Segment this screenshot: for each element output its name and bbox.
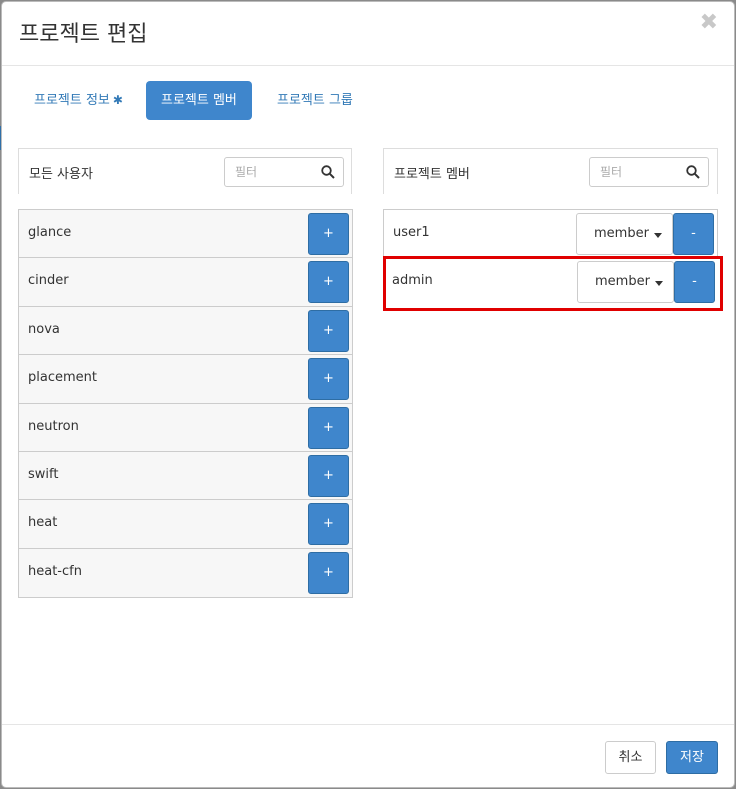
user-name: cinder <box>28 273 69 289</box>
add-user-button[interactable]: + <box>308 406 349 449</box>
member-row-inner: admin member - <box>383 258 718 307</box>
all-users-header: 모든 사용자 <box>18 148 352 194</box>
search-icon[interactable] <box>321 165 335 179</box>
add-user-button[interactable]: + <box>308 213 349 255</box>
add-user-button[interactable]: + <box>308 454 349 497</box>
caret-down-icon <box>654 233 662 238</box>
tab-project-members[interactable]: 프로젝트 멤버 <box>146 81 252 120</box>
member-name: admin <box>392 273 433 288</box>
member-name: user1 <box>393 225 430 240</box>
all-users-filter-input[interactable] <box>225 158 321 186</box>
members-list: user1 member - <box>383 209 718 259</box>
caret-down-icon <box>655 281 663 286</box>
list-item: nova + <box>19 306 352 356</box>
add-user-button[interactable]: + <box>308 551 349 594</box>
user-name: placement <box>28 370 97 386</box>
tab-project-info[interactable]: 프로젝트 정보 ✱ <box>19 81 138 120</box>
modal-footer: 취소 저장 <box>2 724 734 787</box>
modal-title: 프로젝트 편집 <box>19 22 148 47</box>
add-user-button[interactable]: + <box>308 309 349 352</box>
remove-member-button[interactable]: - <box>674 261 715 303</box>
role-value: member <box>594 226 649 241</box>
list-item: heat + <box>19 500 352 549</box>
modal-header: 프로젝트 편집 ✖ <box>2 2 734 66</box>
user-name: glance <box>28 225 72 240</box>
close-icon[interactable]: ✖ <box>700 12 718 34</box>
members-filter <box>589 157 709 187</box>
role-select[interactable]: member <box>576 213 673 255</box>
cancel-button[interactable]: 취소 <box>605 741 656 774</box>
tab-project-members-label: 프로젝트 멤버 <box>161 93 237 108</box>
add-user-button[interactable]: + <box>308 503 349 546</box>
members-filter-input[interactable] <box>590 158 686 186</box>
user-name: nova <box>28 321 60 337</box>
list-item: swift + <box>19 451 352 501</box>
remove-member-button[interactable]: - <box>673 213 714 255</box>
members-header: 프로젝트 멤버 <box>383 148 718 194</box>
all-users-filter <box>224 157 344 187</box>
members-title: 프로젝트 멤버 <box>394 167 470 182</box>
list-item: glance + <box>19 210 352 259</box>
tab-project-groups[interactable]: 프로젝트 그룹 <box>262 81 368 120</box>
all-users-list: glance + cinder + nova + placement + neutron… <box>18 209 353 598</box>
tab-project-info-label: 프로젝트 정보 <box>34 93 110 108</box>
list-item: heat-cfn + <box>19 548 352 598</box>
member-row: admin member - <box>383 258 718 307</box>
list-item: placement + <box>19 355 352 404</box>
save-button[interactable]: 저장 <box>666 741 718 774</box>
user-name: heat <box>28 515 58 531</box>
role-value: member <box>595 274 650 289</box>
user-name: swift <box>28 466 59 482</box>
required-icon: ✱ <box>112 93 123 107</box>
role-select[interactable]: member <box>577 261 674 303</box>
all-users-title: 모든 사용자 <box>29 167 93 182</box>
add-user-button[interactable]: + <box>308 358 349 401</box>
member-row: user1 member - <box>384 210 717 259</box>
tab-project-groups-label: 프로젝트 그룹 <box>277 93 353 108</box>
user-name: heat-cfn <box>28 563 82 579</box>
list-item: cinder + <box>19 258 352 307</box>
edit-project-modal: 프로젝트 편집 ✖ 프로젝트 정보 ✱ 프로젝트 멤버 프로젝트 그룹 모든 사용… <box>1 1 735 788</box>
list-item: neutron + <box>19 403 352 452</box>
user-name: neutron <box>28 418 79 434</box>
search-icon[interactable] <box>686 165 700 179</box>
add-user-button[interactable]: + <box>308 261 349 304</box>
